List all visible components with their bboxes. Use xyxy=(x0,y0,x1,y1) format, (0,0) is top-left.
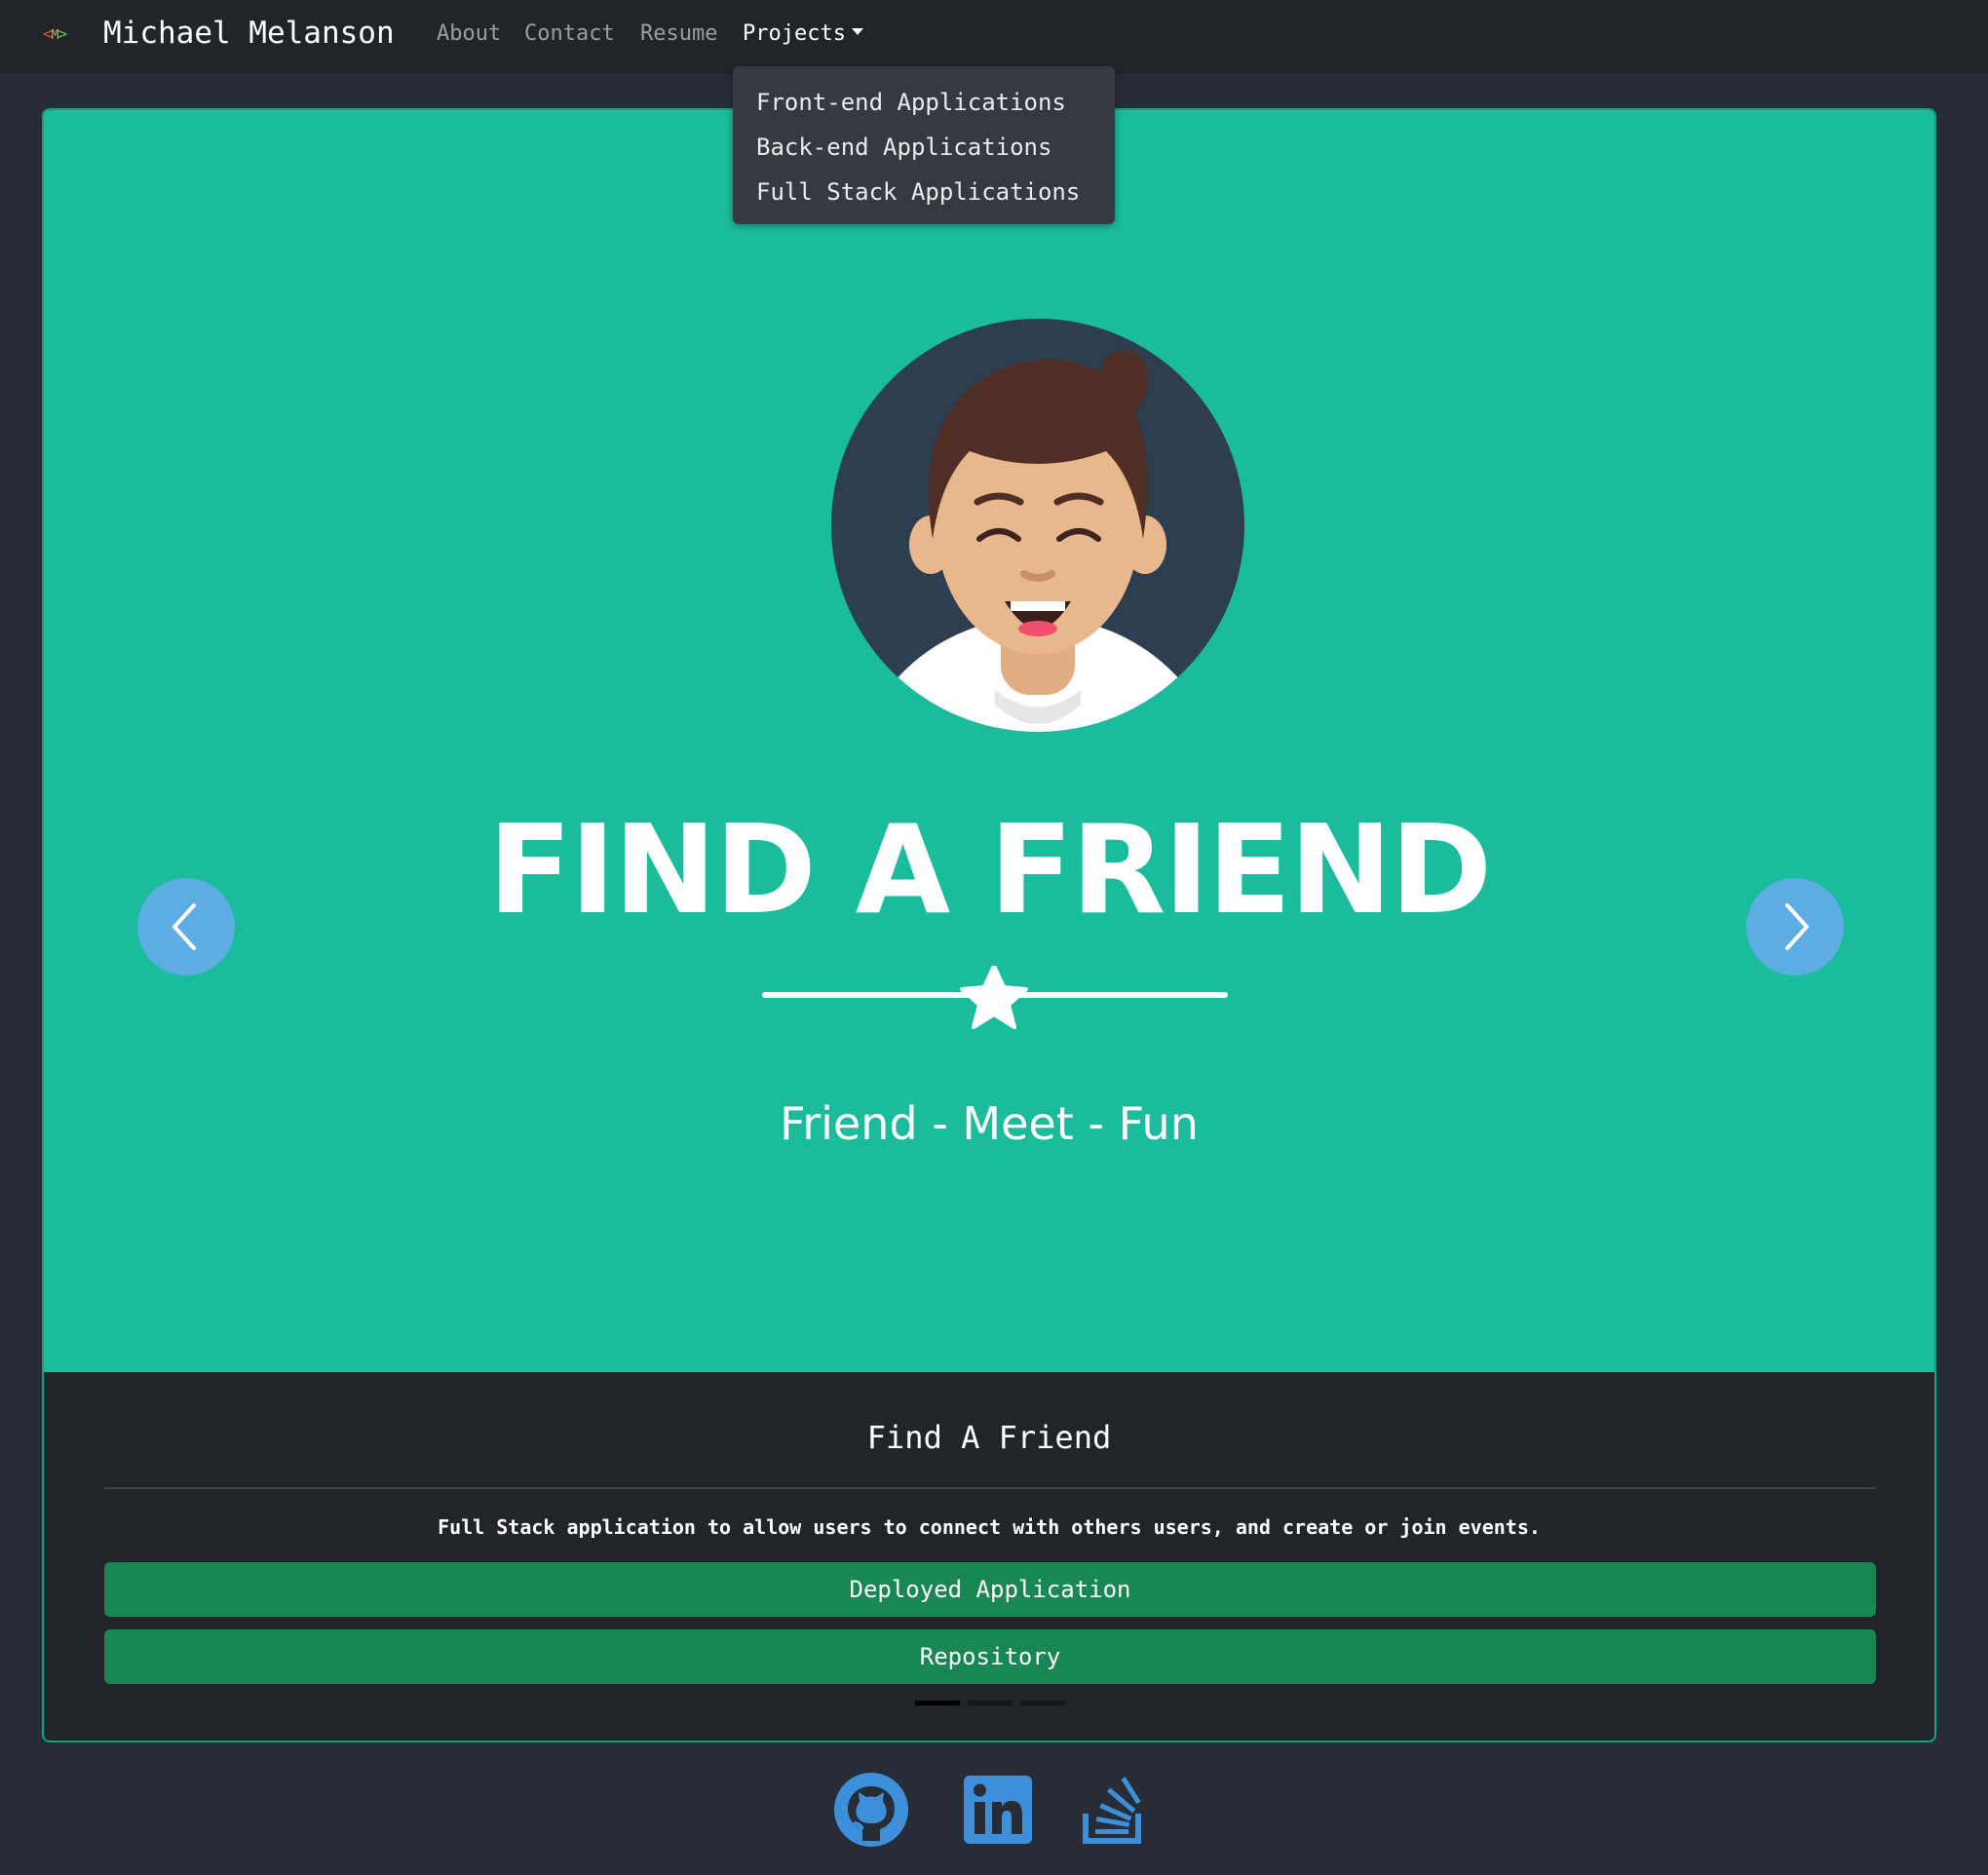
projects-dropdown-menu: Front-end Applications Back-end Applicat… xyxy=(733,66,1115,224)
nav-link-contact[interactable]: Contact xyxy=(524,19,615,49)
carousel-indicator-1[interactable] xyxy=(915,1701,960,1705)
carousel-indicator-2[interactable] xyxy=(968,1701,1013,1705)
github-icon[interactable] xyxy=(832,1771,910,1849)
dropdown-item-frontend[interactable]: Front-end Applications xyxy=(733,80,1115,125)
chevron-right-icon xyxy=(1785,903,1809,950)
navbar: <M> Michael Melanson About Contact Resum… xyxy=(0,0,1988,74)
nav-dropdown-projects[interactable]: Projects xyxy=(743,19,863,49)
caption-divider xyxy=(104,1487,1876,1489)
star-divider xyxy=(762,966,1228,1029)
repository-button[interactable]: Repository xyxy=(104,1629,1876,1684)
dropdown-item-fullstack[interactable]: Full Stack Applications xyxy=(733,170,1115,214)
carousel-prev-button[interactable] xyxy=(137,878,235,976)
deployed-application-button[interactable]: Deployed Application xyxy=(104,1562,1876,1617)
star-icon xyxy=(960,966,1028,1029)
caret-down-icon xyxy=(851,27,863,35)
carousel-slide-image: FIND A FRIEND Friend - Meet - Fun xyxy=(44,110,1934,1372)
carousel-next-button[interactable] xyxy=(1746,878,1844,976)
hero-subtitle: Friend - Meet - Fun xyxy=(780,1097,1199,1150)
project-carousel-card: FIND A FRIEND Friend - Meet - Fun Find A… xyxy=(42,108,1936,1742)
project-title: Find A Friend xyxy=(866,1419,1112,1456)
projects-label: Projects xyxy=(743,21,846,46)
nav-link-about[interactable]: About xyxy=(437,19,501,49)
hero-title: FIND A FRIEND xyxy=(487,798,1492,941)
carousel-indicators xyxy=(915,1701,1110,1706)
code-logo-icon[interactable]: <M> xyxy=(43,19,86,49)
project-description: Full Stack application to allow users to… xyxy=(438,1515,1541,1539)
nav-link-resume[interactable]: Resume xyxy=(640,19,717,49)
dropdown-item-backend[interactable]: Back-end Applications xyxy=(733,125,1115,170)
avatar-illustration xyxy=(831,319,1244,732)
chevron-left-icon xyxy=(172,903,196,950)
stackoverflow-icon[interactable] xyxy=(1076,1771,1154,1849)
carousel-indicator-3[interactable] xyxy=(1020,1701,1065,1705)
linkedin-icon[interactable] xyxy=(959,1771,1037,1849)
brand-name[interactable]: Michael Melanson xyxy=(103,14,395,53)
